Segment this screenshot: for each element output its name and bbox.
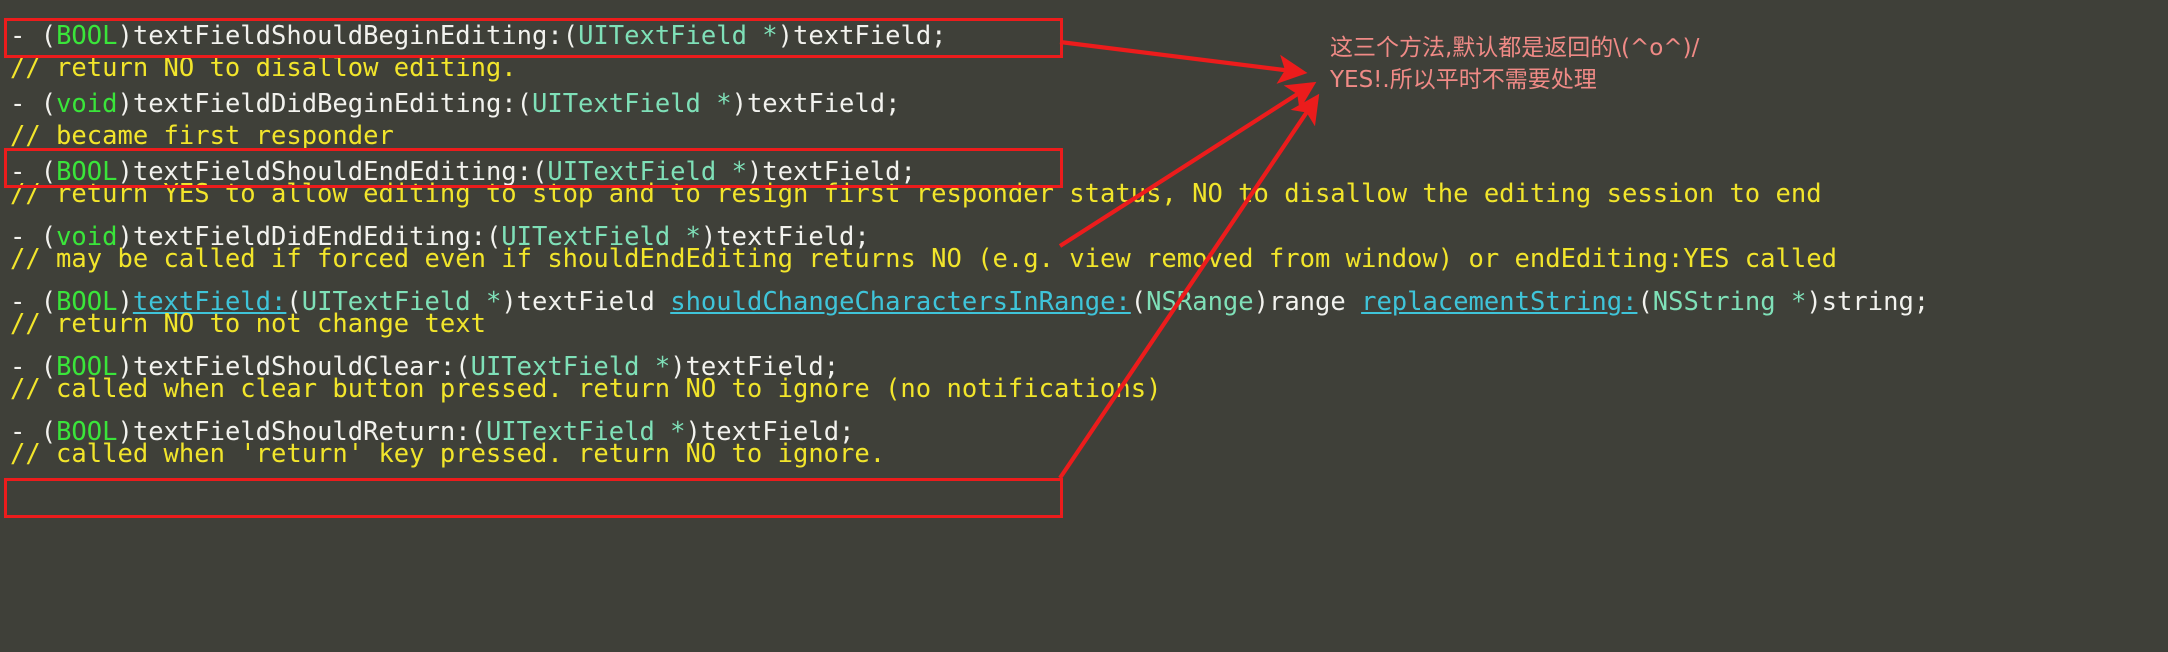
code-token: replacementString:: [1361, 287, 1638, 317]
code-token: BOOL: [56, 21, 118, 51]
code-surface: - (BOOL)textFieldShouldBeginEditing:(UIT…: [0, 0, 2168, 652]
code-declaration-line: - (BOOL)textFieldShouldBeginEditing:(UIT…: [10, 20, 947, 52]
code-comment-line: // return NO to disallow editing.: [10, 53, 517, 83]
arrow-arrow2: [1058, 81, 1317, 248]
code-token: void: [56, 89, 118, 119]
code-token: )textFieldDidBeginEditing:(: [117, 89, 532, 119]
annotation-note-line: YES!.所以平时不需要处理: [1330, 67, 1597, 93]
code-token: (: [1130, 287, 1147, 317]
highlight-box-textFieldShouldClear: [4, 478, 1063, 518]
code-token: )range: [1253, 287, 1362, 317]
code-token: )textField;: [777, 21, 947, 51]
code-token: shouldChangeCharactersInRange:: [670, 287, 1131, 317]
arrow-arrow1: [1059, 39, 1308, 84]
code-token: UITextField *: [578, 21, 778, 51]
code-token: NSString *: [1652, 287, 1807, 317]
code-comment-line: // became first responder: [10, 121, 394, 151]
annotation-note: 这三个方法,默认都是返回的\(^o^)/ YES!.所以平时不需要处理: [1330, 32, 1699, 96]
code-token: )textField: [501, 287, 671, 317]
code-token: )string;: [1806, 287, 1930, 317]
code-token: NSRange: [1146, 287, 1254, 317]
code-declaration-line: - (void)textFieldDidBeginEditing:(UIText…: [10, 88, 900, 120]
code-comment-line: // called when clear button pressed. ret…: [10, 374, 1162, 404]
code-token: - (: [10, 21, 57, 51]
code-comment-line: // may be called if forced even if shoul…: [10, 244, 1837, 274]
code-comment-line: // return YES to allow editing to stop a…: [10, 179, 1822, 209]
code-token: )textFieldShouldBeginEditing:(: [117, 21, 579, 51]
code-comment-line: // return NO to not change text: [10, 309, 486, 339]
code-token: UITextField *: [532, 89, 732, 119]
code-token: - (: [10, 89, 57, 119]
code-comment-line: // called when 'return' key pressed. ret…: [10, 439, 886, 469]
code-token: (: [1637, 287, 1653, 317]
code-token: )textField;: [731, 89, 901, 119]
annotation-note-line: 这三个方法,默认都是返回的\(^o^)/: [1330, 35, 1700, 61]
